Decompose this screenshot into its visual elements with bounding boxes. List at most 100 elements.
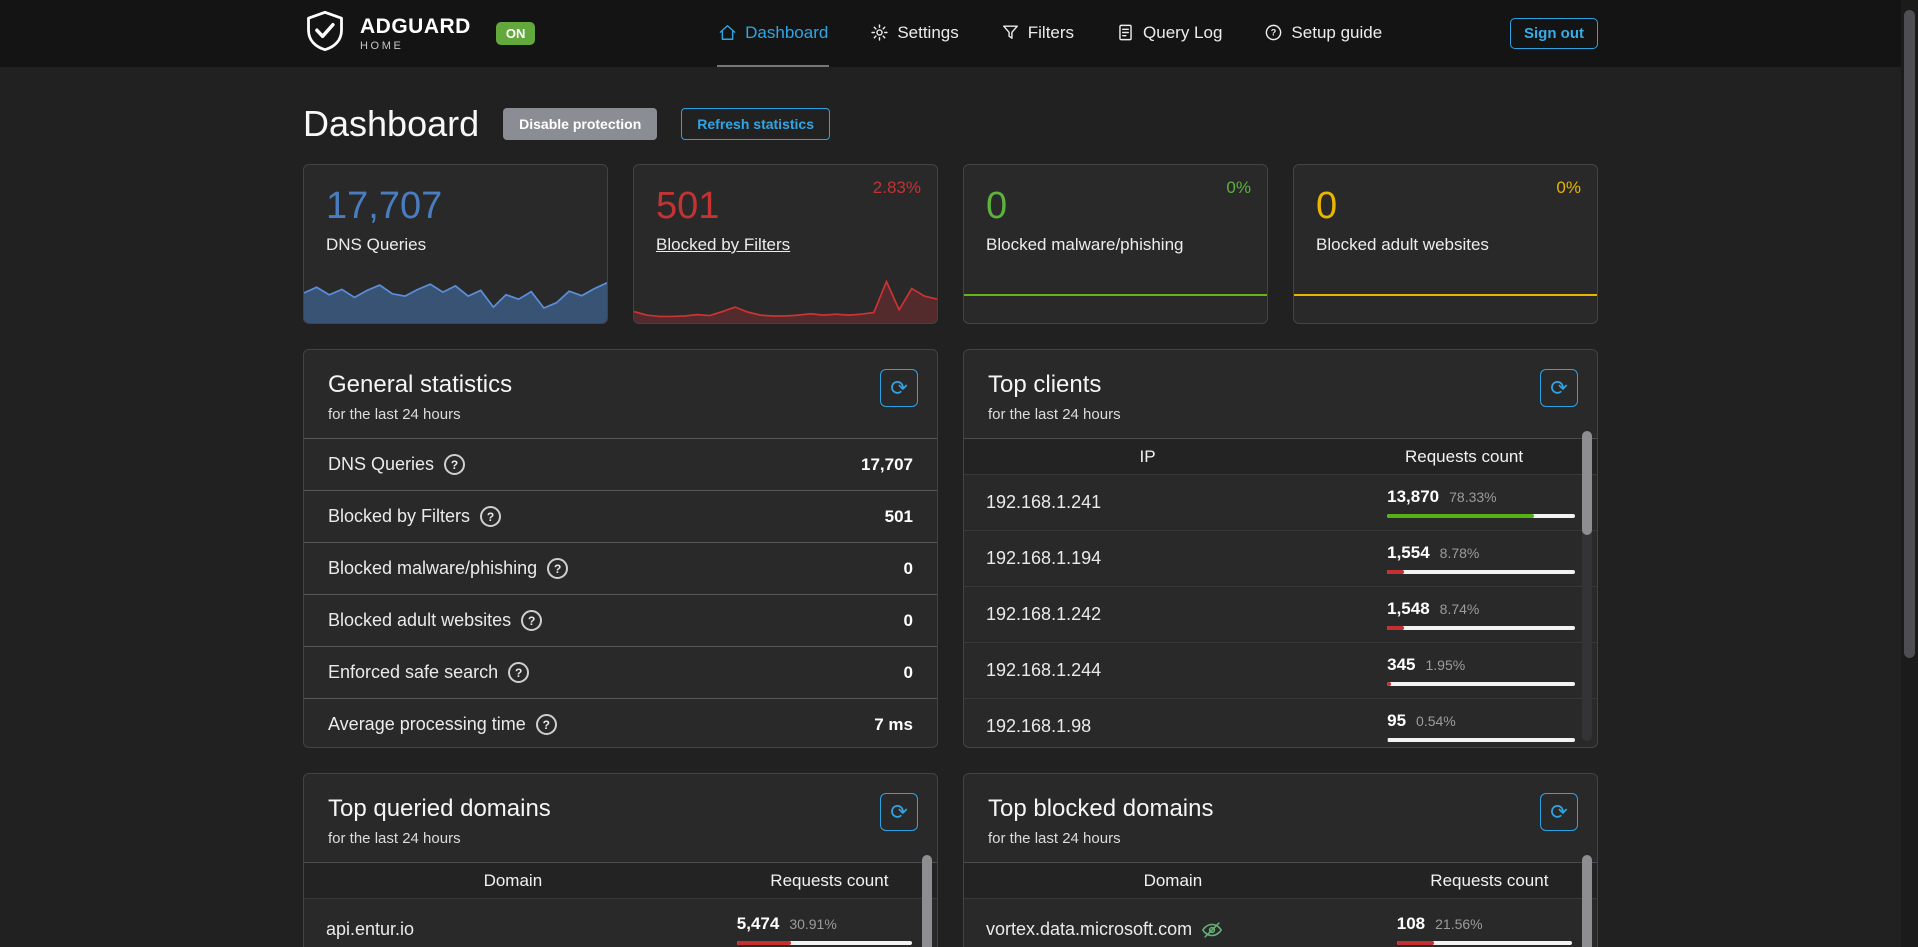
stat-card-label: Blocked malware/phishing (986, 235, 1184, 255)
panel-title: Top queried domains (328, 795, 913, 823)
adguard-home-logo[interactable]: ADGUARD HOME ON (303, 0, 535, 67)
panels-grid: General statistics for the last 24 hours… (303, 349, 1598, 947)
domain-name: vortex.data.microsoft.com (986, 919, 1192, 940)
nav-item-filters[interactable]: Filters (1000, 0, 1075, 67)
panel-header: Top queried domains for the last 24 hour… (304, 774, 937, 862)
progress-bar (737, 941, 912, 945)
refresh-panel-button[interactable]: ⟳ (880, 793, 918, 831)
progress-bar-fill (1387, 682, 1391, 686)
help-circle-icon[interactable]: ? (508, 662, 529, 683)
general-stat-label: Blocked by Filters (328, 506, 470, 527)
top-clients-panel: Top clients for the last 24 hours ⟳ IPRe… (963, 349, 1598, 748)
requests-percent: 78.33% (1449, 489, 1496, 505)
domain-name: api.entur.io (326, 919, 414, 940)
sign-out-button[interactable]: Sign out (1510, 18, 1598, 49)
help-circle-icon[interactable]: ? (536, 714, 557, 735)
title-row: Dashboard Disable protection Refresh sta… (303, 100, 1598, 148)
refresh-icon: ⟳ (890, 378, 908, 399)
requests-count: 108 (1397, 914, 1425, 934)
refresh-panel-button[interactable]: ⟳ (880, 369, 918, 407)
client-ip: 192.168.1.194 (986, 548, 1101, 569)
progress-bar (1387, 570, 1575, 574)
top-bar: ADGUARD HOME ON Dashboard Settings Filters… (0, 0, 1901, 67)
help-circle-icon[interactable]: ? (547, 558, 568, 579)
sparkline-flatline-blocked-adult-websites (1294, 294, 1597, 296)
main-content: Dashboard Disable protection Refresh sta… (303, 100, 1598, 947)
client-ip: 192.168.1.98 (986, 716, 1091, 737)
general-stat-value: 17,707 (861, 455, 913, 475)
nav-item-label: Query Log (1143, 23, 1222, 43)
stat-card-percent: 0% (1226, 178, 1251, 198)
sparkline-chart-dns-queries[interactable] (304, 271, 607, 323)
general-stat-row: Enforced safe search?0 (304, 646, 937, 698)
general-stat-label: Blocked adult websites (328, 610, 511, 631)
stat-card-label: Blocked adult websites (1316, 235, 1489, 255)
table-row: 192.168.1.1941,5548.78% (964, 530, 1597, 586)
stat-card-blocked-malware-phishing: 0%0 Blocked malware/phishing (963, 164, 1268, 324)
nav-item-label: Setup guide (1291, 23, 1382, 43)
requests-count: 13,870 (1387, 487, 1439, 507)
top-blocked-domains-panel: Top blocked domains for the last 24 hour… (963, 773, 1598, 947)
funnel-icon (1001, 23, 1020, 42)
requests-count-cell: 13,870 78.33% (1331, 487, 1597, 518)
table-header-ip: IP (964, 447, 1331, 467)
stat-card-label: DNS Queries (326, 235, 426, 255)
panel-scrollbar[interactable] (922, 855, 932, 947)
refresh-panel-button[interactable]: ⟳ (1540, 793, 1578, 831)
table-header-row: IPRequests count (964, 438, 1597, 474)
refresh-icon: ⟳ (1550, 378, 1568, 399)
help-circle-icon[interactable]: ? (521, 610, 542, 631)
general-stat-label: DNS Queries (328, 454, 434, 475)
nav-item-label: Filters (1028, 23, 1074, 43)
disable-protection-button[interactable]: Disable protection (503, 108, 657, 140)
requests-percent: 21.56% (1435, 916, 1482, 932)
page-scrollbar[interactable] (1901, 0, 1918, 947)
document-icon (1116, 23, 1135, 42)
table-header-domain: Domain (304, 871, 722, 891)
progress-bar-fill (737, 941, 791, 945)
general-stat-label: Blocked malware/phishing (328, 558, 537, 579)
requests-count-cell: 950.54% (1331, 711, 1597, 742)
scrollbar-thumb[interactable] (1582, 431, 1592, 535)
stat-card-value: 0 (1316, 185, 1575, 228)
requests-percent: 1.95% (1426, 657, 1466, 673)
progress-bar-fill (1397, 941, 1435, 945)
nav-item-dashboard[interactable]: Dashboard (717, 0, 829, 67)
sparkline-flatline-blocked-malware-phishing (964, 294, 1267, 296)
refresh-statistics-button[interactable]: Refresh statistics (681, 108, 830, 140)
nav-item-setup-guide[interactable]: ? Setup guide (1263, 0, 1383, 67)
scrollbar-thumb[interactable] (1582, 855, 1592, 947)
table-row: vortex.data.microsoft.com 108 21.56% (964, 898, 1597, 947)
client-ip: 192.168.1.242 (986, 604, 1101, 625)
top-queried-domains-table: DomainRequests count api.entur.io 5,47430.… (304, 862, 937, 947)
panel-scrollbar[interactable] (1582, 431, 1592, 741)
general-stat-label: Average processing time (328, 714, 526, 735)
app-viewport: ADGUARD HOME ON Dashboard Settings Filters… (0, 0, 1901, 947)
help-circle-icon[interactable]: ? (480, 506, 501, 527)
general-stat-value: 0 (904, 663, 913, 683)
help-circle-icon[interactable]: ? (444, 454, 465, 475)
stat-card-value: 0 (986, 185, 1245, 228)
top-clients-table: IPRequests count192.168.1.24113,87078.33… (964, 438, 1597, 748)
sparkline-chart-blocked-by-filters[interactable] (634, 271, 937, 323)
top-queried-domains-panel: Top queried domains for the last 24 hour… (303, 773, 938, 947)
requests-count-cell: 5,47430.91% (722, 914, 937, 945)
panel-subtitle: for the last 24 hours (328, 406, 913, 423)
table-row: api.entur.io 5,47430.91% (304, 898, 937, 947)
table-header-requests-count: Requests count (722, 871, 937, 891)
stat-card-label-link[interactable]: Blocked by Filters (656, 235, 790, 255)
table-row: 192.168.1.2421,5488.74% (964, 586, 1597, 642)
nav-item-settings[interactable]: Settings (869, 0, 959, 67)
nav-item-query-log[interactable]: Query Log (1115, 0, 1223, 67)
panel-scrollbar[interactable] (1582, 855, 1592, 947)
svg-text:?: ? (1271, 28, 1277, 38)
page-scrollbar-thumb[interactable] (1904, 10, 1915, 658)
progress-bar (1387, 514, 1575, 518)
table-header-row: DomainRequests count (964, 862, 1597, 898)
progress-bar-fill (1387, 514, 1534, 518)
refresh-panel-button[interactable]: ⟳ (1540, 369, 1578, 407)
refresh-icon: ⟳ (1550, 802, 1568, 823)
panel-header: Top clients for the last 24 hours (964, 350, 1597, 438)
scrollbar-thumb[interactable] (922, 855, 932, 947)
table-header-domain: Domain (964, 871, 1382, 891)
